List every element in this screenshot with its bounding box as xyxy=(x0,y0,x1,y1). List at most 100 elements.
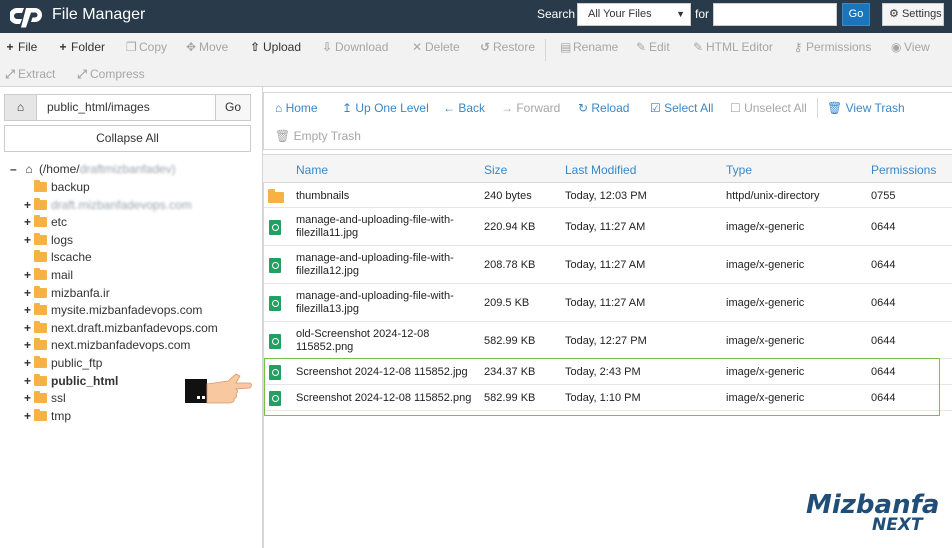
expand-toggle-icon[interactable]: + xyxy=(24,356,34,370)
file-name: manage-and-uploading-file-with-filezilla… xyxy=(296,252,454,278)
tree-item[interactable]: lscache xyxy=(24,250,92,267)
column-header-size[interactable]: Size xyxy=(484,163,507,177)
expand-toggle-icon[interactable]: + xyxy=(24,374,34,388)
tree-item[interactable]: + logs xyxy=(24,232,74,250)
settings-button[interactable]: ⚙ Settings xyxy=(882,3,944,26)
path-home-button[interactable]: ⌂ xyxy=(4,94,37,121)
nav-home-button[interactable]: ⌂ Home xyxy=(275,101,318,115)
tree-item[interactable]: + next.mizbanfadevops.com xyxy=(24,338,190,355)
folder-icon xyxy=(34,338,47,351)
image-file-icon xyxy=(269,220,281,235)
expand-toggle-icon[interactable]: + xyxy=(24,409,34,423)
expand-toggle-icon[interactable]: + xyxy=(24,268,34,282)
nav-up-button[interactable]: ↥ Up One Level xyxy=(342,101,429,115)
tree-item[interactable]: + public_html xyxy=(24,373,118,391)
table-row[interactable]: manage-and-uploading-file-with-filezilla… xyxy=(264,208,952,246)
view-button[interactable]: ◉ View xyxy=(891,40,930,54)
tree-item[interactable]: + ssl xyxy=(24,391,66,408)
expand-toggle-icon[interactable]: + xyxy=(24,215,34,229)
folder-icon xyxy=(34,215,47,228)
search-go-button[interactable]: Go xyxy=(842,3,870,26)
tree-item-label: logs xyxy=(51,232,74,247)
table-row[interactable]: manage-and-uploading-file-with-filezilla… xyxy=(264,246,952,284)
tree-item-label: tmp xyxy=(51,408,72,423)
tree-item[interactable]: + mail xyxy=(24,268,73,285)
move-button[interactable]: ✥ Move xyxy=(186,40,228,54)
tree-item[interactable]: + etc xyxy=(24,215,67,232)
tree-item[interactable]: + mizbanfa.ir xyxy=(24,285,110,303)
extract-button[interactable]: ⤢ Extract xyxy=(5,67,55,82)
search-input[interactable] xyxy=(713,3,837,26)
expand-toggle-icon[interactable]: + xyxy=(24,286,34,300)
folder-icon xyxy=(34,268,47,280)
new-folder-button[interactable]: + Folder xyxy=(58,40,105,54)
restore-button[interactable]: ↺ Restore xyxy=(480,40,535,54)
column-header-permissions[interactable]: Permissions xyxy=(871,163,936,177)
search-scope-select[interactable]: All Your Files ▼ xyxy=(577,3,691,26)
nav-select-all-label: Select All xyxy=(664,101,714,115)
image-file-icon xyxy=(269,296,281,311)
app-title: File Manager xyxy=(52,6,146,23)
expand-icon: ⤢ xyxy=(5,67,15,81)
folder-icon xyxy=(34,303,47,316)
expand-toggle-icon[interactable]: + xyxy=(24,338,34,352)
level-up-icon: ↥ xyxy=(342,101,356,115)
edit-button[interactable]: ✎ Edit xyxy=(636,40,670,54)
collapse-all-button[interactable]: Collapse All xyxy=(4,125,251,152)
expand-toggle-icon[interactable]: + xyxy=(24,198,34,212)
tree-item[interactable]: + mysite.mizbanfadevops.com xyxy=(24,303,202,320)
table-row[interactable]: Screenshot 2024-12-08 115852.jpg 234.37 K… xyxy=(264,359,952,385)
cpanel-logo-icon[interactable] xyxy=(10,4,48,28)
expand-toggle-icon[interactable]: + xyxy=(24,391,34,405)
tree-item[interactable]: backup xyxy=(24,180,90,197)
file-permissions: 0644 xyxy=(871,259,896,271)
column-header-last-modified[interactable]: Last Modified xyxy=(565,163,636,177)
nav-back-label: Back xyxy=(458,101,486,115)
upload-button[interactable]: ⇧ Upload xyxy=(250,40,301,54)
path-input[interactable]: public_html/images xyxy=(36,94,216,121)
copy-button[interactable]: ❐ Copy xyxy=(126,40,167,54)
permissions-button[interactable]: ⚷ Permissions xyxy=(793,40,872,54)
delete-button[interactable]: ✕ Delete xyxy=(412,40,460,54)
x-icon: ✕ xyxy=(412,40,423,54)
nav-empty-trash-button[interactable]: 🗑 Empty Trash xyxy=(275,129,361,143)
nav-reload-button[interactable]: ↻ Reload xyxy=(578,101,629,115)
new-file-button[interactable]: + File xyxy=(5,40,37,54)
folder-icon xyxy=(268,188,284,203)
tree-item-label: mail xyxy=(51,268,74,282)
column-header-name[interactable]: Name xyxy=(296,163,328,177)
toolbar: + File + Folder ❐ Copy ✥ Move ⇧ Upload ⇩ Downl… xyxy=(0,33,952,87)
nav-forward-button[interactable]: → Forward xyxy=(501,101,560,115)
expand-toggle-icon[interactable]: + xyxy=(24,233,34,247)
tree-item[interactable]: + public_ftp xyxy=(24,356,102,373)
tree-item[interactable]: + next.draft.mizbanfadevops.com xyxy=(24,320,218,338)
nav-select-all-button[interactable]: ☑ Select All xyxy=(650,101,713,115)
collapse-toggle-icon[interactable]: – xyxy=(10,162,20,176)
nav-view-trash-button[interactable]: 🗑 View Trash xyxy=(827,101,905,115)
download-button[interactable]: ⇩ Download xyxy=(322,40,388,54)
file-name-line: manage-and-uploading-file-with- xyxy=(296,252,454,264)
nav-unselect-all-button[interactable]: ☐ Unselect All xyxy=(730,101,807,115)
expand-toggle-icon[interactable]: + xyxy=(24,321,34,335)
table-row[interactable]: manage-and-uploading-file-with-filezilla… xyxy=(264,284,952,322)
table-row[interactable]: Screenshot 2024-12-08 115852.png 582.99 K… xyxy=(264,385,952,411)
path-go-button[interactable]: Go xyxy=(215,94,251,121)
compress-button[interactable]: ⤢ Compress xyxy=(77,67,145,82)
tree-root[interactable]: – ⌂ (/home/draftmizbanfadev) xyxy=(10,162,176,179)
trash-icon: 🗑 xyxy=(827,101,846,115)
tree-item[interactable]: + tmp xyxy=(24,408,72,426)
plus-icon: + xyxy=(6,40,14,54)
table-row[interactable]: old-Screenshot 2024-12-08 115852.png 582.9… xyxy=(264,322,952,359)
tree-item[interactable]: + draft.mizbanfadevops.com xyxy=(24,197,192,215)
table-row[interactable]: thumbnails 240 bytes Today, 12:03 PM httpd/… xyxy=(264,183,952,208)
tree-item-label: next.draft.mizbanfadevops.com xyxy=(51,320,218,335)
html-editor-button[interactable]: ✎ HTML Editor xyxy=(693,40,773,54)
chevron-down-icon: ▼ xyxy=(676,9,685,19)
file-name-line: filezilla11.jpg xyxy=(296,227,359,239)
column-header-type[interactable]: Type xyxy=(726,163,752,177)
settings-label: Settings xyxy=(901,8,942,20)
rename-button[interactable]: ▤ Rename xyxy=(560,40,618,54)
nav-back-button[interactable]: ← Back xyxy=(443,101,485,115)
file-size: 582.99 KB xyxy=(484,334,536,347)
expand-toggle-icon[interactable]: + xyxy=(24,303,34,317)
